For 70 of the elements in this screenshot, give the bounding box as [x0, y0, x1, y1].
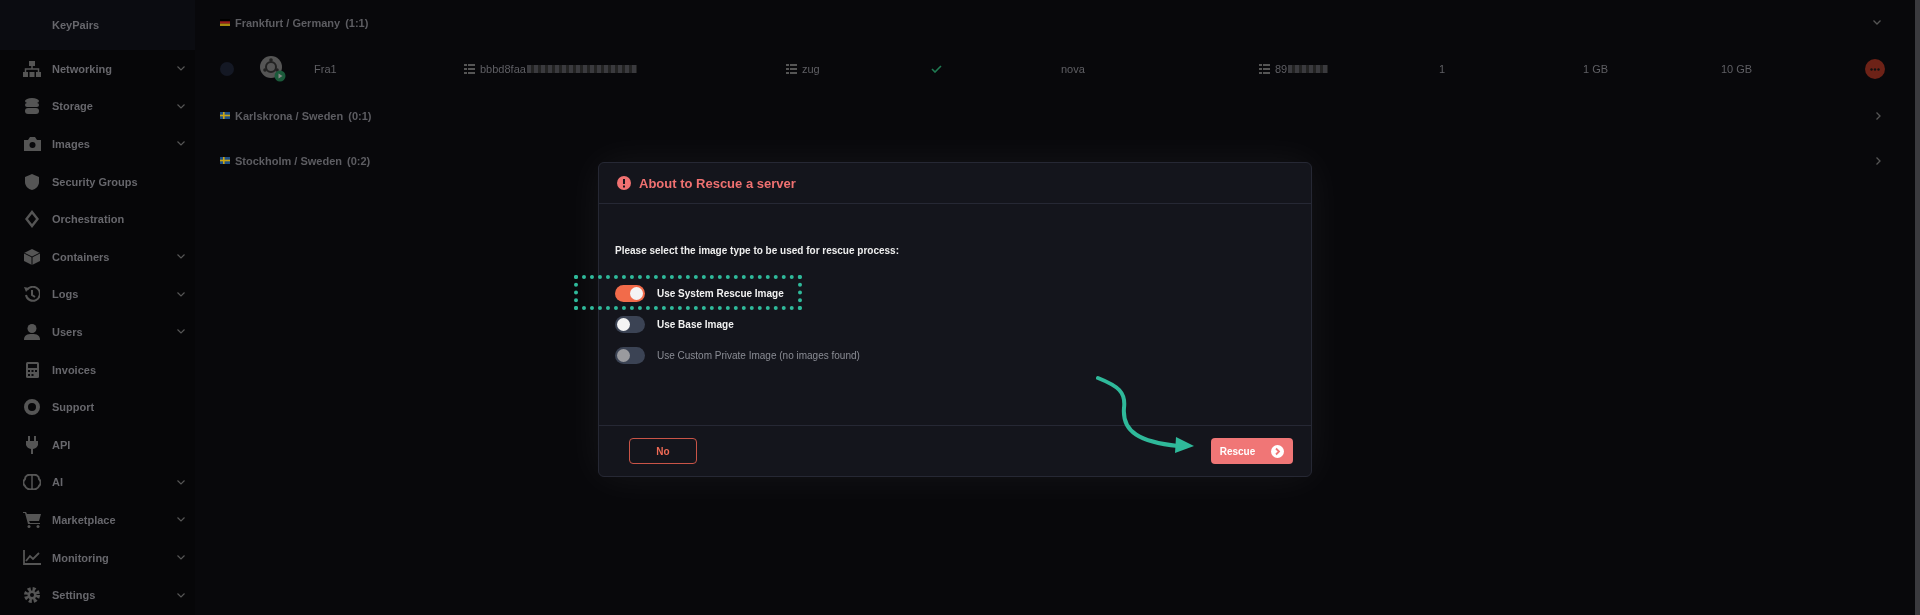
sidebar-item[interactable]: Marketplace — [0, 501, 195, 539]
sidebar-item[interactable]: Users — [0, 313, 195, 351]
line-chart-icon — [23, 550, 41, 565]
cart-icon — [23, 511, 41, 528]
list-icon — [464, 64, 475, 74]
list-icon — [786, 64, 797, 74]
sidebar-item[interactable]: Support — [0, 388, 195, 426]
sidebar-item[interactable]: Orchestration — [0, 200, 195, 238]
region-count: (0:1) — [348, 109, 372, 122]
region-label: Stockholm / Sweden — [235, 154, 342, 167]
disk-size: 10 GB — [1721, 63, 1753, 75]
toggle-switch[interactable] — [615, 285, 645, 302]
dialog-title: About to Rescue a server — [639, 175, 796, 191]
list-icon — [1259, 64, 1270, 74]
sidebar-item[interactable]: Security Groups — [0, 162, 195, 201]
flag-icon — [220, 157, 230, 164]
more-button[interactable] — [1865, 59, 1885, 79]
server-name: Fra1 — [314, 63, 337, 75]
row-checkbox[interactable] — [220, 62, 234, 76]
dialog-prompt: Please select the image type to be used for rescue process: — [615, 245, 900, 256]
life-ring-icon — [24, 399, 40, 416]
cancel-button[interactable]: No — [629, 438, 697, 464]
vcpu-count: 1 — [1439, 63, 1446, 75]
calculator-icon — [25, 361, 39, 378]
plug-icon — [26, 435, 38, 454]
sidebar-item[interactable]: Storage — [0, 87, 195, 126]
region-label: Karlskrona / Sweden — [235, 109, 344, 122]
redacted-text — [1288, 65, 1329, 73]
ram-size: 1 GB — [1583, 63, 1609, 75]
sidebar-item[interactable]: KeyPairs — [0, 0, 195, 50]
server-id: bbbd8faa — [480, 63, 526, 75]
sidebar-item[interactable]: Images — [0, 125, 195, 163]
region-count: (0:2) — [346, 154, 371, 167]
flavor-name: zug — [802, 63, 820, 75]
settings-icon — [24, 587, 40, 604]
camera-icon — [23, 137, 41, 151]
chevron-right-icon — [1876, 111, 1881, 120]
option-label: Use Custom Private Image (no images found) — [657, 350, 860, 361]
rescue-button[interactable]: Rescue — [1211, 438, 1293, 464]
region-label: Frankfurt / Germany — [235, 16, 341, 29]
toggle-switch[interactable] — [615, 316, 645, 333]
option-label: Use System Rescue Image — [657, 288, 784, 299]
database-icon — [25, 98, 39, 115]
sidebar-item[interactable]: Networking — [0, 50, 195, 88]
history-icon — [24, 286, 40, 303]
sitemap-icon — [23, 60, 41, 77]
sidebar-item[interactable]: Invoices — [0, 350, 195, 389]
flag-icon — [220, 19, 230, 26]
flag-icon — [220, 112, 230, 119]
zone-name: nova — [1061, 63, 1085, 75]
sidebar-item[interactable]: API — [0, 425, 195, 464]
sidebar-item[interactable]: Containers — [0, 237, 195, 276]
cube-icon — [24, 248, 40, 265]
chevron-right-icon — [1876, 156, 1881, 165]
sidebar-item[interactable]: AI — [0, 463, 195, 502]
diamond-icon — [25, 210, 39, 229]
os-icon — [260, 56, 286, 82]
region-count: (1:1) — [345, 16, 369, 29]
option-label: Use Base Image — [657, 319, 734, 330]
alert-icon — [617, 176, 631, 190]
sidebar-item[interactable]: Settings — [0, 576, 195, 614]
shield-icon — [25, 173, 39, 190]
chevron-down-icon — [1873, 20, 1881, 25]
arrow-circle-icon — [1271, 444, 1285, 458]
sidebar-item[interactable]: Monitoring — [0, 538, 195, 577]
more-icon — [1870, 67, 1880, 71]
brain-icon — [23, 474, 41, 491]
user-icon — [24, 323, 40, 340]
sidebar-item[interactable]: Logs — [0, 275, 195, 314]
ip-address: 89 — [1275, 63, 1288, 75]
